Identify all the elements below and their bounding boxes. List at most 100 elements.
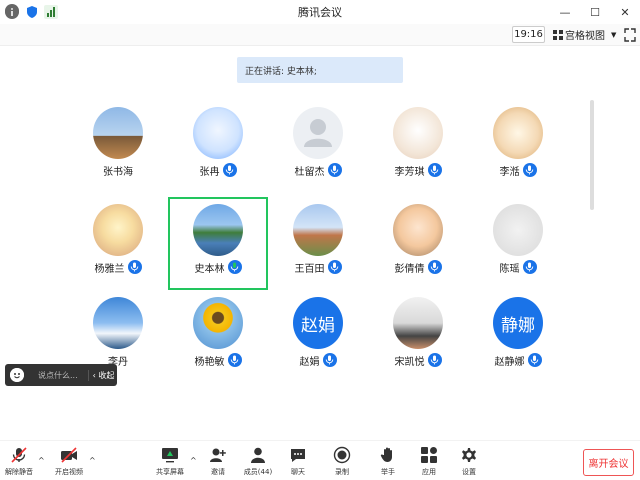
avatar-photo	[93, 107, 143, 159]
mic-icon	[427, 353, 442, 367]
avatar-photo	[93, 297, 143, 349]
participant-name-row: 陈瑶	[468, 259, 568, 275]
collapse-label: 收起	[98, 370, 115, 380]
scrollbar[interactable]	[590, 100, 594, 210]
share-screen-label: 共享屏幕	[156, 468, 184, 476]
title-bar: 腾讯会议	[0, 0, 640, 24]
avatar-photo	[393, 297, 443, 349]
view-mode-button[interactable]: 宫格视图 ▼	[553, 26, 617, 43]
avatar-photo	[193, 297, 243, 349]
emoji-icon[interactable]	[10, 368, 24, 382]
meeting-time: 19:16	[512, 26, 545, 43]
record-label: 录制	[335, 468, 349, 476]
participant-tile[interactable]: 杨雅兰	[68, 197, 168, 287]
participant-tile[interactable]: 杜留杰	[268, 100, 368, 190]
close-button[interactable]: ✕	[610, 0, 640, 24]
avatar-initials: 静娜	[493, 297, 543, 349]
window-controls: — ☐ ✕	[550, 0, 640, 24]
participant-tile[interactable]: 张冉	[168, 100, 268, 190]
shield-icon[interactable]	[25, 4, 39, 18]
apps-label: 应用	[422, 468, 436, 476]
mic-icon	[527, 353, 542, 367]
collapse-button[interactable]: ‹ 收起	[87, 369, 115, 381]
participant-name-row: 赵静娜	[468, 352, 568, 368]
participant-tile[interactable]: 李芳琪	[368, 100, 468, 190]
participant-name-row: 彭倩倩	[368, 259, 468, 275]
participant-tile[interactable]: 彭倩倩	[368, 197, 468, 287]
participant-name: 赵静娜	[494, 356, 525, 368]
members-label: 成员(44)	[243, 468, 273, 476]
gear-icon	[460, 446, 478, 464]
participant-name-row: 杨雅兰	[68, 259, 168, 275]
mic-icon	[427, 163, 442, 177]
raise-hand-button[interactable]: 举手	[371, 446, 405, 477]
start-video-button[interactable]: 开启视频	[52, 446, 86, 477]
unmute-button[interactable]: 解除静音	[2, 446, 36, 477]
participant-name: 李湉	[499, 166, 520, 178]
participant-name-row: 宋凯悦	[368, 352, 468, 368]
record-icon	[333, 446, 351, 464]
maximize-button[interactable]: ☐	[580, 0, 610, 24]
participant-tile[interactable]: 杨艳敏	[168, 290, 268, 380]
participant-name: 赵娟	[299, 356, 320, 368]
share-screen-icon	[161, 446, 179, 464]
mic-muted-icon	[10, 446, 28, 464]
participant-name: 杨艳敏	[194, 356, 225, 368]
video-options-caret[interactable]: ^	[89, 456, 96, 465]
audio-options-caret[interactable]: ^	[38, 456, 45, 465]
avatar-photo	[93, 204, 143, 256]
view-mode-label: 宫格视图	[565, 31, 605, 42]
mic-icon	[427, 260, 442, 274]
chat-button[interactable]: 聊天	[281, 446, 315, 477]
signal-icon[interactable]	[44, 4, 58, 19]
mic-icon	[227, 353, 242, 367]
minimize-button[interactable]: —	[550, 0, 580, 24]
info-icon[interactable]	[5, 4, 19, 19]
chat-quick-input[interactable]: 说点什么... ‹ 收起	[5, 364, 117, 386]
avatar-photo	[193, 107, 243, 159]
participant-name: 杨雅兰	[94, 263, 125, 275]
bottom-control-bar	[0, 440, 640, 480]
avatar-photo	[393, 107, 443, 159]
avatar-photo	[493, 107, 543, 159]
participant-tile[interactable]: 赵娟 赵娟	[268, 290, 368, 380]
apps-icon	[420, 446, 438, 464]
participant-tile[interactable]: 宋凯悦	[368, 290, 468, 380]
share-screen-button[interactable]: 共享屏幕	[153, 446, 187, 477]
participant-tile[interactable]: 陈瑶	[468, 197, 568, 287]
apps-button[interactable]: 应用	[412, 446, 446, 477]
mic-icon	[522, 163, 537, 177]
avatar-photo	[293, 204, 343, 256]
invite-button[interactable]: 邀请	[201, 446, 235, 477]
mic-icon	[127, 260, 142, 274]
record-button[interactable]: 录制	[325, 446, 359, 477]
participant-name: 王百田	[294, 263, 325, 275]
members-icon	[249, 446, 267, 464]
chat-label: 聊天	[291, 468, 305, 476]
unmute-label: 解除静音	[5, 468, 33, 476]
fullscreen-icon[interactable]	[624, 27, 636, 42]
participant-tile[interactable]: 王百田	[268, 197, 368, 287]
window-title: 腾讯会议	[298, 6, 342, 19]
participant-tile[interactable]: 张书海	[68, 100, 168, 190]
participant-name: 杜留杰	[294, 166, 325, 178]
leave-meeting-button[interactable]: 离开会议	[583, 449, 634, 476]
members-button[interactable]: 成员(44)	[241, 446, 275, 477]
participant-name-row: 李湉	[468, 162, 568, 178]
settings-button[interactable]: 设置	[452, 446, 486, 477]
share-options-caret[interactable]: ^	[190, 456, 197, 465]
mic-icon	[327, 163, 342, 177]
add-user-icon	[209, 446, 227, 464]
default-avatar-icon	[293, 107, 343, 159]
video-off-icon	[60, 446, 78, 464]
speaking-indicator: 正在讲话: 史本林;	[237, 57, 403, 83]
mic-icon	[222, 163, 237, 177]
hand-icon	[379, 446, 397, 464]
mic-icon	[327, 260, 342, 274]
participant-name: 张书海	[103, 166, 133, 178]
participant-name: 陈瑶	[499, 263, 520, 275]
avatar-photo	[493, 204, 543, 256]
participant-tile[interactable]: 静娜 赵静娜	[468, 290, 568, 380]
participant-name: 宋凯悦	[394, 356, 425, 368]
participant-tile[interactable]: 李湉	[468, 100, 568, 190]
